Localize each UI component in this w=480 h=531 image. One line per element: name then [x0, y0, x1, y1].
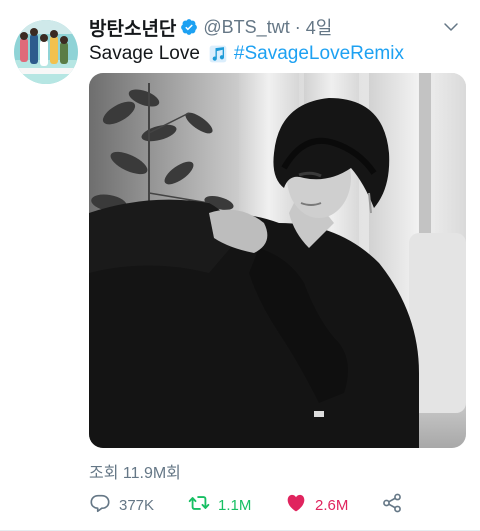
separator-dot: ·: [294, 16, 301, 37]
chevron-down-icon[interactable]: [442, 18, 460, 36]
action-bar: 377K 1.1M 2.6M: [89, 491, 480, 519]
reply-count: 377K: [119, 496, 155, 514]
tweet-text: Savage Love #SavageLoveRemix: [89, 42, 404, 66]
like-count: 2.6M: [315, 496, 349, 514]
verified-badge-icon: [180, 18, 198, 36]
share-icon: [381, 492, 403, 519]
tweet-video[interactable]: [89, 73, 466, 448]
display-name[interactable]: 방탄소년단: [89, 14, 176, 41]
retweet-button[interactable]: 1.1M: [188, 492, 251, 519]
view-count: 조회 11.9M회: [89, 465, 181, 482]
musical-notes-icon: [208, 44, 228, 64]
heart-icon: [285, 492, 307, 519]
tweet-text-body: Savage Love: [89, 43, 200, 64]
avatar-image: [14, 20, 78, 84]
tweet-timestamp[interactable]: 4일: [306, 14, 333, 40]
tweet-card[interactable]: 방탄소년단 @BTS_twt · 4일 Savage Love #SavageL…: [0, 0, 480, 531]
tweet-header: 방탄소년단 @BTS_twt · 4일: [89, 14, 460, 40]
user-handle[interactable]: @BTS_twt: [203, 17, 289, 38]
share-button[interactable]: [381, 492, 403, 519]
reply-button[interactable]: 377K: [89, 492, 154, 519]
avatar[interactable]: [14, 20, 78, 84]
reply-icon: [89, 492, 111, 519]
hashtag-link[interactable]: #SavageLoveRemix: [234, 42, 404, 66]
like-button[interactable]: 2.6M: [285, 492, 348, 519]
video-frame: [89, 73, 466, 448]
retweet-icon: [188, 492, 210, 519]
retweet-count: 1.1M: [218, 496, 252, 514]
